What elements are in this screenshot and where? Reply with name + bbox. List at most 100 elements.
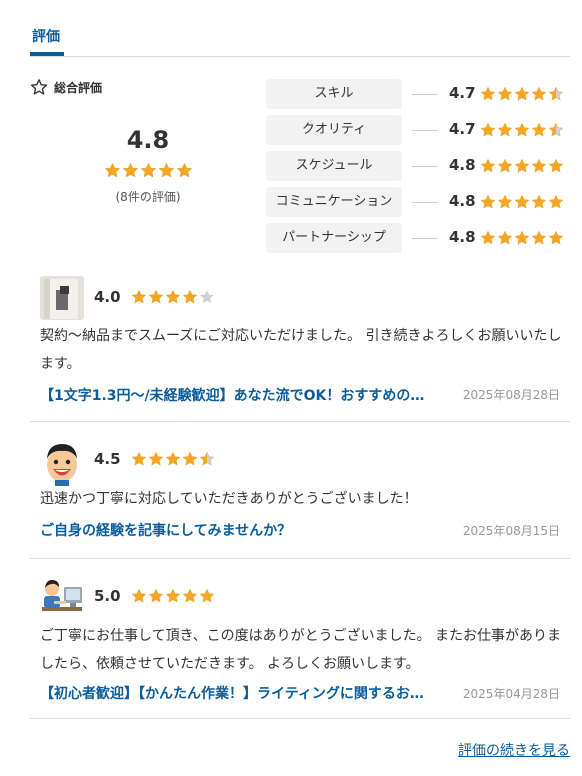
star-filled-icon (514, 230, 530, 245)
review-divider (30, 421, 570, 422)
category-score: 4.8 (449, 228, 476, 246)
category-label: コミュニケーション (266, 187, 402, 217)
review-score: 4.0 (94, 288, 121, 306)
star-filled-icon (531, 122, 547, 137)
category-stars (480, 158, 564, 174)
star-filled-icon (182, 451, 198, 466)
divider-line (412, 202, 438, 203)
job-title-link[interactable]: 【初心者歓迎】【かんたん作業！】ライティングに関するお仕事です (40, 683, 435, 703)
star-filled-icon (480, 122, 496, 137)
star-filled-icon (480, 230, 496, 245)
review-stars (131, 451, 215, 467)
star-filled-icon (199, 588, 215, 603)
star-filled-icon (548, 230, 564, 245)
category-label: スケジュール (266, 151, 402, 181)
star-filled-icon (497, 86, 513, 101)
star-filled-icon (497, 122, 513, 137)
star-filled-icon (122, 162, 139, 178)
category-label: クオリティ (266, 115, 402, 145)
category-score: 4.8 (449, 192, 476, 210)
star-filled-icon (480, 86, 496, 101)
job-title-link[interactable]: 【1文字1.3円～/未経験歓迎】あなた流でOK！おすすめのスポットを紹介してくだ… (40, 385, 435, 405)
divider-line (412, 94, 438, 95)
review-comment: 契約～納品までスムーズにご対応いただけました。 引き続きよろしくお願いいたします… (40, 328, 562, 372)
review-divider (30, 558, 570, 559)
category-row-skill: スキル 4.7 (266, 79, 572, 109)
star-filled-icon (140, 162, 157, 178)
star-filled-icon (148, 289, 164, 304)
star-filled-icon (514, 86, 530, 101)
divider-line (412, 130, 438, 131)
star-filled-icon (148, 451, 164, 466)
star-filled-icon (531, 158, 547, 173)
category-row-partnership: パートナーシップ 4.8 (266, 223, 572, 253)
photo-avatar (40, 276, 84, 320)
star-filled-icon (182, 588, 198, 603)
star-filled-icon (548, 194, 564, 209)
star-filled-icon (531, 230, 547, 245)
star-filled-icon (104, 162, 121, 178)
overall-score: 4.8 (126, 126, 170, 154)
star-half-icon (548, 122, 564, 137)
tab-reviews[interactable]: 評価 (32, 26, 60, 46)
star-filled-icon (497, 158, 513, 173)
star-filled-icon (176, 162, 193, 178)
review-count: (8件の評価) (115, 190, 181, 204)
star-filled-icon (531, 86, 547, 101)
review-score: 4.5 (94, 450, 121, 468)
star-outline-icon (30, 79, 48, 95)
category-stars (480, 230, 564, 246)
star-empty-icon (200, 290, 214, 304)
star-filled-icon (131, 588, 147, 603)
star-half-icon (199, 451, 215, 466)
divider-line (412, 166, 438, 167)
divider-line (412, 238, 438, 239)
computer-worker-avatar (40, 577, 84, 621)
category-score: 4.7 (449, 84, 476, 102)
cartoon-face-avatar (40, 440, 84, 486)
job-title-link[interactable]: ご自身の経験を記事にしてみませんか？ (40, 520, 435, 540)
overall-stars (104, 162, 193, 179)
category-row-quality: クオリティ 4.7 (266, 115, 572, 145)
see-more-reviews-link[interactable]: 評価の続きを見る (458, 740, 570, 760)
star-filled-icon (548, 158, 564, 173)
category-stars (480, 86, 564, 102)
star-filled-icon (531, 194, 547, 209)
tab-bar: 評価 (30, 0, 570, 57)
review-divider (30, 718, 570, 719)
review-item: 5.0 ご丁寧にお仕事して頂き、この度はありがとうございました。 またお仕事があ… (30, 575, 570, 715)
review-comment: ご丁寧にお仕事して頂き、この度はありがとうございました。 またお仕事がありました… (40, 628, 562, 672)
review-stars (131, 289, 215, 305)
category-label: スキル (266, 79, 402, 109)
summary-heading: 総合評価 (30, 78, 102, 96)
category-row-communication: コミュニケーション 4.8 (266, 187, 572, 217)
star-filled-icon (497, 194, 513, 209)
star-filled-icon (158, 162, 175, 178)
review-item: 4.5 迅速かつ丁寧に対応していただきありがとうございました！ ご自身の経験を記… (30, 438, 570, 548)
star-half-icon (548, 86, 564, 101)
review-date: 2025年08月15日 (462, 524, 560, 538)
star-filled-icon (131, 289, 147, 304)
category-score: 4.7 (449, 120, 476, 138)
review-score: 5.0 (94, 587, 121, 605)
star-filled-icon (165, 289, 181, 304)
review-date: 2025年04月28日 (462, 687, 560, 701)
star-filled-icon (131, 451, 147, 466)
category-score: 4.8 (449, 156, 476, 174)
review-item: 4.0 契約～納品までスムーズにご対応いただけました。 引き続きよろしくお願いい… (30, 276, 570, 416)
category-stars (480, 194, 564, 210)
star-filled-icon (480, 158, 496, 173)
category-stars (480, 122, 564, 138)
star-filled-icon (497, 230, 513, 245)
star-filled-icon (165, 451, 181, 466)
review-comment: 迅速かつ丁寧に対応していただきありがとうございました！ (40, 491, 418, 507)
star-filled-icon (165, 588, 181, 603)
tab-active-indicator (30, 52, 64, 56)
category-label: パートナーシップ (266, 223, 402, 253)
summary-title: 総合評価 (54, 80, 103, 95)
star-filled-icon (514, 194, 530, 209)
star-filled-icon (514, 158, 530, 173)
star-filled-icon (514, 122, 530, 137)
review-stars (131, 588, 215, 604)
category-row-schedule: スケジュール 4.8 (266, 151, 572, 181)
